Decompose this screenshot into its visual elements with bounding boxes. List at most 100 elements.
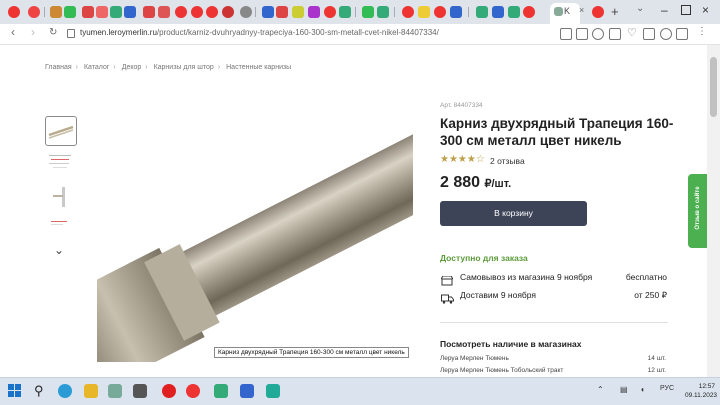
tab-icon[interactable] <box>124 6 136 18</box>
product-thumbnail[interactable] <box>45 215 75 243</box>
tray-clock[interactable]: 12:57 09.11.2023 <box>685 382 718 400</box>
breadcrumb-separator: › <box>75 64 78 71</box>
delivery-value: от 250 ₽ <box>634 290 667 300</box>
search-icon[interactable]: ⚲ <box>34 383 44 399</box>
tab-icon[interactable] <box>175 6 187 18</box>
snapshot-icon[interactable] <box>576 28 588 40</box>
tray-chevron-icon[interactable]: ⌃ <box>597 385 604 394</box>
tab-icon[interactable] <box>222 6 234 18</box>
extensions-icon[interactable] <box>643 28 655 40</box>
volume-icon[interactable]: ◖ <box>640 385 645 394</box>
tab-icon[interactable] <box>418 6 430 18</box>
window-maximize-button[interactable] <box>681 5 691 15</box>
file-explorer-icon[interactable] <box>84 384 98 398</box>
tab-icon[interactable] <box>492 6 504 18</box>
tab-icon[interactable] <box>110 6 122 18</box>
new-tab-button[interactable]: + <box>611 4 619 19</box>
search-tabs-icon[interactable]: ⌄ <box>636 3 644 14</box>
product-price: 2 880 ₽/шт. <box>440 174 511 192</box>
tab-icon[interactable] <box>64 6 76 18</box>
store-name[interactable]: Леруа Мерлен Тюмень Тобольский тракт <box>440 367 563 374</box>
tab-icon[interactable] <box>308 6 320 18</box>
download-icon[interactable] <box>660 28 672 40</box>
forward-icon[interactable]: › <box>31 25 35 39</box>
yandex-browser-icon[interactable] <box>186 384 200 398</box>
tab-icon[interactable] <box>377 6 389 18</box>
tab-icon[interactable] <box>362 6 374 18</box>
tab-icon[interactable] <box>292 6 304 18</box>
taskbar-app-icon[interactable] <box>108 384 122 398</box>
image-tooltip: Карниз двухрядный Трапеция 160-300 см ме… <box>214 347 409 358</box>
breadcrumb-item[interactable]: Каталог <box>84 64 109 71</box>
window-minimize-button[interactable]: – <box>661 3 668 17</box>
stock-heading[interactable]: Посмотреть наличие в магазинах <box>440 339 581 349</box>
taskbar-app-icon[interactable] <box>214 384 228 398</box>
tab-icon[interactable] <box>324 6 336 18</box>
more-options-icon[interactable]: ⋮ <box>697 26 707 37</box>
tab-icon[interactable] <box>82 6 94 18</box>
tab-icon[interactable] <box>434 6 446 18</box>
pickup-value: бесплатно <box>625 272 667 282</box>
product-thumbnail[interactable] <box>45 116 77 146</box>
camera-icon[interactable] <box>592 28 604 40</box>
taskbar-app-icon[interactable] <box>133 384 147 398</box>
tab-icon[interactable] <box>28 6 40 18</box>
product-thumbnail[interactable] <box>45 150 75 178</box>
store-name[interactable]: Леруа Мерлен Тюмень <box>440 355 509 362</box>
taskbar-app-icon[interactable] <box>266 384 280 398</box>
menu-icon[interactable] <box>676 28 688 40</box>
product-main-image[interactable] <box>97 116 413 362</box>
breadcrumb-item[interactable]: Настенные карнизы <box>226 64 291 71</box>
reload-icon[interactable]: ↻ <box>49 27 57 38</box>
clock-date: 09.11.2023 <box>685 392 718 399</box>
word-icon[interactable] <box>240 384 254 398</box>
tab-icon[interactable] <box>262 6 274 18</box>
product-thumbnail[interactable] <box>45 183 75 211</box>
bookmark-heart-icon[interactable]: ♡ <box>627 26 637 39</box>
tab-icon[interactable] <box>158 6 170 18</box>
tab-icon[interactable] <box>339 6 351 18</box>
tab-icon[interactable] <box>143 6 155 18</box>
yandex-tab-icon[interactable] <box>592 6 604 18</box>
tab-icon[interactable] <box>96 6 108 18</box>
window-close-button[interactable]: × <box>702 3 709 17</box>
delivery-label: Доставим 9 ноября <box>460 290 537 300</box>
translate-icon[interactable] <box>560 28 572 40</box>
site-feedback-tab[interactable]: Отзыв о сайте <box>688 174 707 248</box>
opera-tab-icon[interactable] <box>8 6 20 18</box>
tab-icon[interactable] <box>402 6 414 18</box>
page-scrollbar[interactable] <box>707 45 720 377</box>
tab-icon[interactable] <box>276 6 288 18</box>
tab-icon[interactable] <box>206 6 218 18</box>
store-icon <box>440 273 454 286</box>
tab-icon[interactable] <box>240 6 252 18</box>
lock-icon[interactable] <box>67 29 75 38</box>
reviews-link[interactable]: 2 отзыва <box>490 156 525 166</box>
windows-start-icon[interactable] <box>8 384 22 398</box>
tab-icon[interactable] <box>450 6 462 18</box>
clock-time: 12:57 <box>698 383 715 390</box>
tab-icon[interactable] <box>508 6 520 18</box>
tab-close-icon[interactable]: × <box>579 5 584 15</box>
breadcrumb-item[interactable]: Главная <box>45 64 72 71</box>
edge-icon[interactable] <box>58 384 72 398</box>
address-bar[interactable]: tyumen.leroymerlin.ru/product/karniz-dvu… <box>80 28 439 37</box>
network-icon[interactable]: ▤ <box>620 385 628 394</box>
url-domain: tyumen.leroymerlin.ru <box>80 28 157 37</box>
language-indicator[interactable]: РУС <box>660 385 674 392</box>
price-unit: ₽/шт. <box>484 178 512 190</box>
tab-icon[interactable] <box>50 6 62 18</box>
tab-icon[interactable] <box>191 6 203 18</box>
share-icon[interactable] <box>609 28 621 40</box>
chevron-down-icon[interactable]: ⌄ <box>54 243 64 257</box>
back-icon[interactable]: ‹ <box>11 25 15 39</box>
opera-icon[interactable] <box>162 384 176 398</box>
tab-icon[interactable] <box>523 6 535 18</box>
product-title: Карниз двухрядный Трапеция 160-300 см ме… <box>440 116 674 148</box>
tab-icon[interactable] <box>476 6 488 18</box>
breadcrumb-item[interactable]: Карнизы для штор <box>154 64 214 71</box>
add-to-cart-button[interactable]: В корзину <box>440 201 587 226</box>
breadcrumb-item[interactable]: Декор <box>122 64 142 71</box>
scrollbar-thumb[interactable] <box>710 57 717 117</box>
store-qty: 14 шт. <box>647 355 666 362</box>
